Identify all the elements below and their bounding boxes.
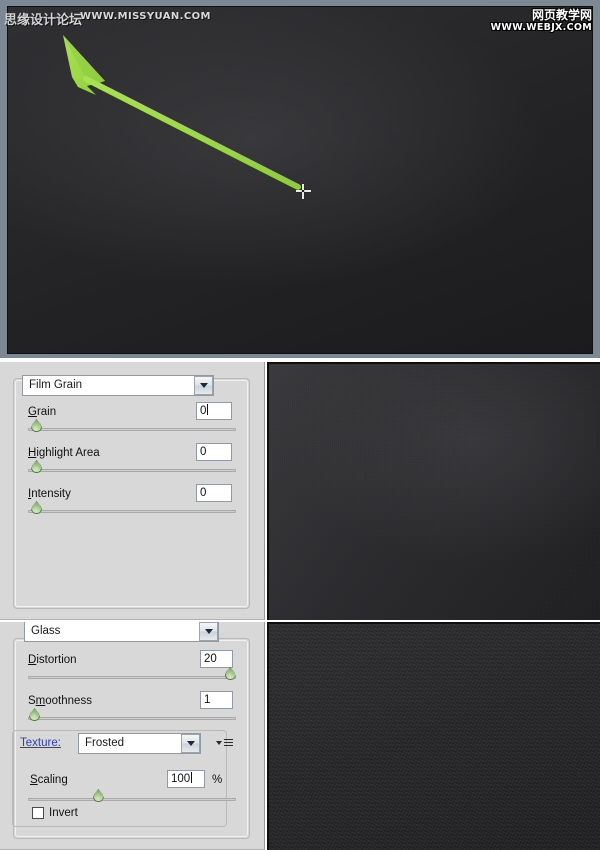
document-canvas[interactable]	[7, 6, 593, 354]
film-grain-filter-name: Film Grain	[29, 379, 83, 391]
scaling-value-field[interactable]: 100	[167, 770, 205, 788]
glass-filter-name: Glass	[31, 625, 61, 637]
grain-label: Grain	[28, 406, 57, 418]
panel-divider-vertical	[265, 362, 267, 850]
texture-label[interactable]: Texture:	[20, 737, 61, 749]
invert-checkbox-row[interactable]: Invert	[32, 807, 78, 819]
chevron-down-icon[interactable]	[199, 622, 218, 641]
filter-gallery-screenshot: 思缘设计论坛 WWW.MISSYUAN.COM 网页教学网 WWW.WEBJX.…	[0, 0, 600, 850]
grain-slider-track[interactable]	[28, 419, 236, 432]
watermark-left-url: WWW.MISSYUAN.COM	[80, 11, 211, 22]
distortion-slider-track[interactable]	[28, 667, 236, 680]
film-grain-filter-panel: Grain 0 Highlight Area 0 Intensity 0	[0, 362, 265, 620]
intensity-label: Intensity	[28, 488, 71, 500]
highlight-area-label: Highlight Area	[28, 447, 100, 459]
invert-checkbox[interactable]	[32, 807, 44, 819]
film-grain-filter-select[interactable]: Film Grain	[22, 375, 214, 396]
intensity-slider-track[interactable]	[28, 501, 236, 514]
invert-label: Invert	[49, 807, 78, 819]
watermark-right-chinese: 网页教学网	[531, 8, 592, 22]
smoothness-value-field[interactable]: 1	[200, 691, 233, 709]
cursor-center-dot	[302, 190, 304, 192]
glass-preview[interactable]	[267, 622, 600, 850]
scaling-unit-label: %	[212, 774, 223, 786]
smoothness-slider-track[interactable]	[28, 708, 236, 721]
green-arrow-shape	[63, 35, 301, 190]
watermark-right-url: WWW.WEBJX.COM	[490, 22, 592, 33]
move-crosshair-cursor	[296, 184, 311, 199]
texture-selected-value: Frosted	[85, 737, 124, 749]
scaling-label: Scaling	[30, 774, 68, 786]
flyout-menu-icon[interactable]	[216, 737, 233, 748]
distortion-value-field[interactable]: 20	[200, 650, 233, 668]
chevron-down-icon[interactable]	[181, 734, 200, 753]
glass-filter-select[interactable]: Glass	[24, 621, 219, 642]
chevron-down-icon[interactable]	[194, 376, 213, 395]
highlight-area-slider-track[interactable]	[28, 460, 236, 473]
watermark-left-chinese: 思缘设计论坛	[4, 13, 83, 28]
distortion-label: Distortion	[28, 654, 77, 666]
intensity-value-field[interactable]: 0	[196, 484, 232, 502]
scaling-slider-track[interactable]	[28, 789, 236, 802]
film-grain-preview[interactable]	[267, 362, 600, 620]
canvas-area: 思缘设计论坛 WWW.MISSYUAN.COM 网页教学网 WWW.WEBJX.…	[0, 0, 600, 358]
smoothness-label: Smoothness	[28, 695, 92, 707]
texture-select[interactable]: Frosted	[78, 733, 201, 754]
highlight-area-value-field[interactable]: 0	[196, 443, 232, 461]
grain-value-field[interactable]: 0	[196, 402, 232, 420]
panel-divider-horizontal	[0, 620, 600, 622]
